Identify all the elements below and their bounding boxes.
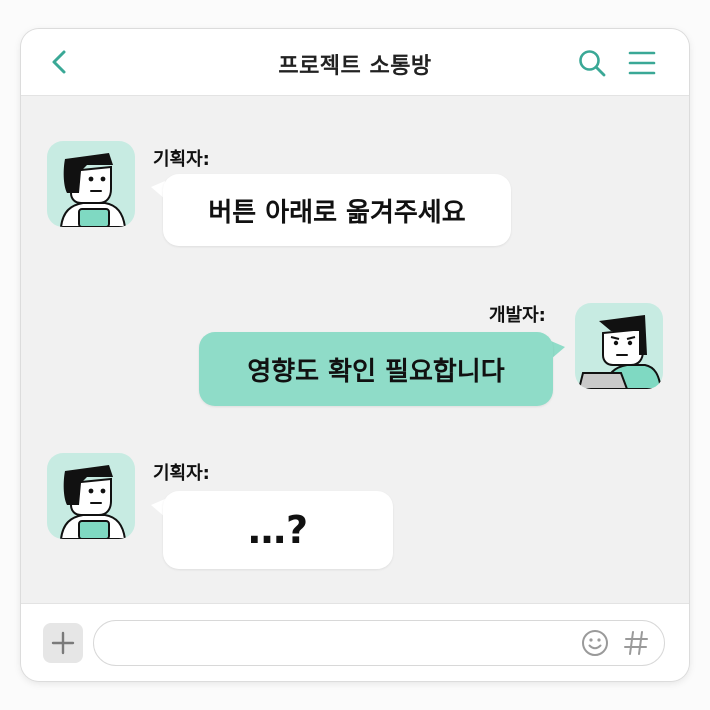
chat-header: 프로젝트 소통방 [21,29,689,96]
attach-button[interactable] [43,623,83,663]
planner-character-icon [59,153,127,227]
smiley-icon[interactable] [581,629,609,657]
bubble-tail [551,341,565,359]
sender-name: 기획자: [153,463,210,484]
sender-name: 기획자: [153,149,210,170]
message-bubble[interactable]: 버튼 아래로 옮겨주세요 [163,174,511,246]
search-icon[interactable] [577,48,607,78]
chat-window: 프로젝트 소통방 기획자: 버튼 아래로 옮겨주세요 개발자: 영향도 확인 필… [21,29,689,681]
message-bubble[interactable]: …? [163,491,393,569]
hamburger-menu-icon[interactable] [627,48,657,78]
composer-bar [21,603,689,681]
message-bubble[interactable]: 영향도 확인 필요합니다 [199,332,553,406]
planner-avatar [47,453,135,539]
sender-name: 개발자: [489,305,546,326]
planner-avatar [47,141,135,227]
developer-character-icon [577,315,663,389]
planner-character-icon [59,465,127,539]
hash-icon[interactable] [623,629,649,657]
developer-avatar [575,303,663,389]
plus-icon [51,631,75,655]
message-input[interactable] [93,620,665,666]
